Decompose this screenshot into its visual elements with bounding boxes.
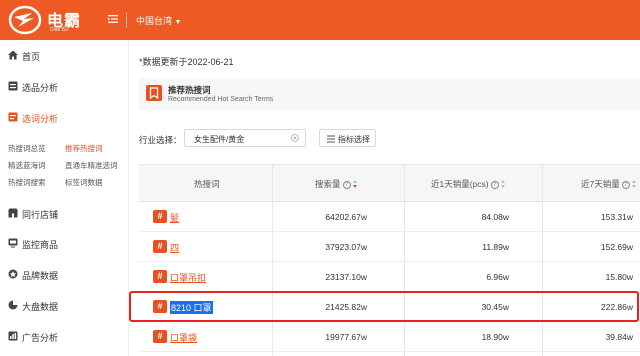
table-row[interactable]: # 口罩袋 19977.67w 18.90w 39.84w [139,322,640,352]
data-updated-note: *数据更新于2022-06-21 [139,57,234,67]
sidebar-item-label: 选品分析 [22,83,59,93]
sidebar-item-label: 大盘数据 [22,302,59,312]
sales-1d: 18.90w [481,332,509,342]
sales-1d: 11.89w [482,242,509,252]
sidebar-item-label: 选词分析 [22,114,59,124]
menu-toggle-icon[interactable] [108,14,118,24]
sidebar-item-home[interactable]: 首页 [0,45,128,65]
clear-icon[interactable] [291,134,299,142]
industry-filter-label: 行业选择： [139,135,182,145]
section-banner: 推荐热搜词 Recommended Hot Search Terms [139,78,640,110]
subnav-precise-keywords[interactable]: 直通车精准选词 [65,160,118,171]
sales-7d: 153.31w [600,212,633,222]
logo-subtext: Dian Ba [50,27,68,33]
subnav-hot-overview[interactable]: 热搜词总览 [8,143,46,154]
hash-icon: # [153,330,167,343]
help-icon[interactable]: ? [490,180,499,189]
sales-1d: 84.08w [481,212,509,222]
search-volume: 37923.07w [325,242,367,252]
column-header-sales-7d[interactable]: 近7天销量? [581,178,637,190]
table-row[interactable]: # 口罩吊扣 23137.10w 6.96w 15.80w [139,262,640,292]
table-row[interactable]: # 四 37923.07w 11.89w 152.69w [139,232,640,262]
hot-keywords-table: 热搜词 搜索量? 近1天销量(pcs)? 近7天销量? # 髮 64202.67… [139,164,640,356]
metric-select-label: 指标选择 [338,135,370,144]
column-header-keyword: 热搜词 [194,179,220,189]
search-volume: 64202.67w [325,212,367,222]
search-volume: 19977.67w [325,332,367,342]
sidebar: 首页 选品分析 选词分析 热搜词总览 推荐热搜词 精选蓝海词 直通车精准选词 热… [0,40,128,356]
sidebar-item-market[interactable]: 大盘数据 [0,295,128,315]
subnav-recommended-hot[interactable]: 推荐热搜词 [65,143,103,154]
sidebar-item-peer-stores[interactable]: 同行店铺 [0,203,128,223]
sidebar-item-label: 广告分析 [22,333,59,343]
section-subtitle: Recommended Hot Search Terms [168,96,274,103]
hash-icon: # [153,240,167,253]
home-icon [8,50,18,60]
metric-select-button[interactable]: 指标选择 [319,129,376,147]
column-header-search[interactable]: 搜索量? [315,178,358,190]
table-header: 热搜词 搜索量? 近1天销量(pcs)? 近7天销量? [139,165,640,202]
bookmark-icon [146,85,162,101]
table-row[interactable]: # 髮 64202.67w 84.08w 153.31w [139,202,640,232]
sidebar-item-label: 同行店铺 [22,210,59,220]
list-icon [327,135,335,143]
help-icon[interactable]: ? [621,180,630,189]
subnav-tag-data[interactable]: 标签词数据 [65,177,103,188]
subnav-hot-search[interactable]: 热搜词搜索 [8,177,46,188]
sort-icon[interactable] [631,180,637,189]
top-bar: 电霸 Dian Ba 中国台湾 ▼ [0,0,640,40]
hash-icon: # [153,210,167,223]
monitor-icon [8,238,18,248]
market-icon [8,300,18,310]
keyword-analysis-icon [8,112,18,122]
keyword-link[interactable]: 髮 [170,211,179,224]
sidebar-item-label: 品牌数据 [22,271,59,281]
keyword-link[interactable]: 口罩吊扣 [170,271,206,284]
column-header-sales-1d[interactable]: 近1天销量(pcs)? [431,178,506,190]
sidebar-item-product-analysis[interactable]: 选品分析 [0,76,128,96]
section-title: 推荐热搜词 [168,85,211,95]
sort-icon[interactable] [352,180,358,189]
sales-7d: 39.84w [605,332,633,342]
keyword-link[interactable]: 口罩袋 [170,331,197,344]
sidebar-item-ad-analysis[interactable]: 广告分析 [0,326,128,346]
region-label: 中国台湾 [136,16,173,26]
sidebar-item-label: 监控商品 [22,240,59,250]
product-analysis-icon [8,81,18,91]
sidebar-item-brand[interactable]: 品牌数据 [0,264,128,284]
sort-icon[interactable] [500,180,506,189]
header-divider [126,12,127,28]
industry-select-value: 女生配件/黄金 [194,135,245,144]
hash-icon: # [153,270,167,283]
brand-icon [8,269,18,279]
sales-1d: 6.96w [486,272,509,282]
row-highlight-box [129,291,639,322]
industry-select[interactable]: 女生配件/黄金 [184,129,306,147]
region-select[interactable]: 中国台湾 ▼ [136,14,181,27]
search-volume: 23137.10w [325,272,367,282]
chevron-down-icon: ▼ [174,19,182,26]
keyword-link[interactable]: 四 [170,241,179,254]
sales-7d: 152.69w [600,242,633,252]
sidebar-item-label: 首页 [22,52,41,62]
logo-icon[interactable] [8,5,42,35]
sidebar-item-keyword-analysis[interactable]: 选词分析 [0,107,128,127]
help-icon[interactable]: ? [342,180,351,189]
sales-7d: 15.80w [605,272,633,282]
subnav-blue-ocean[interactable]: 精选蓝海词 [8,160,46,171]
store-icon [8,208,18,218]
sidebar-item-monitor[interactable]: 监控商品 [0,233,128,253]
ad-analysis-icon [8,331,18,341]
